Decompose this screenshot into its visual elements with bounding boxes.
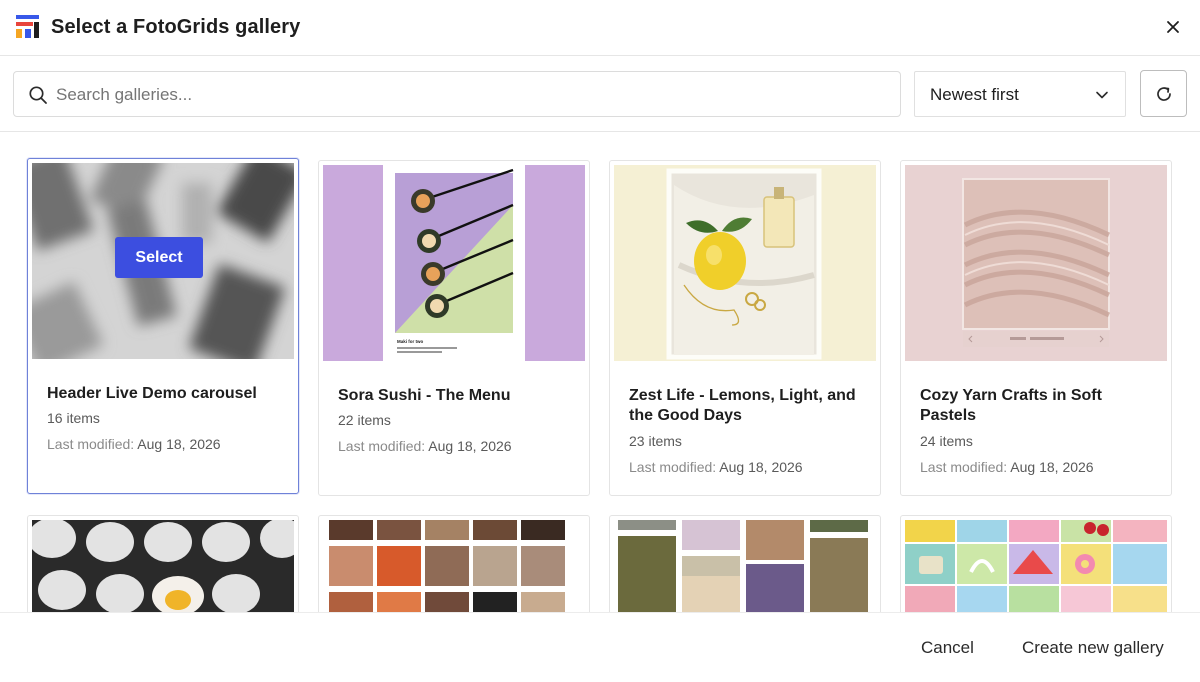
- search-icon: [29, 86, 47, 104]
- gallery-title: Zest Life - Lemons, Light, and the Good …: [629, 387, 856, 424]
- gallery-title: Header Live Demo carousel: [47, 385, 257, 402]
- gallery-card[interactable]: Select Header Live Demo carousel 16 item…: [27, 158, 299, 494]
- gallery-last-modified: Last modified: Aug 18, 2026: [338, 438, 512, 454]
- cancel-button[interactable]: Cancel: [921, 638, 974, 658]
- search-input[interactable]: [56, 80, 886, 110]
- gallery-thumbnail: [905, 165, 1167, 361]
- gallery-card[interactable]: [318, 515, 590, 612]
- gallery-thumbnail: Maki for two: [323, 165, 585, 361]
- gallery-item-count: 23 items: [629, 433, 682, 449]
- sort-select[interactable]: Newest first: [914, 71, 1126, 117]
- gallery-title: Cozy Yarn Crafts in Soft Pastels: [920, 387, 1102, 424]
- gallery-card[interactable]: [900, 515, 1172, 612]
- gallery-card[interactable]: [27, 515, 299, 612]
- close-icon[interactable]: [1162, 16, 1184, 38]
- gallery-card[interactable]: Zest Life - Lemons, Light, and the Good …: [609, 160, 881, 496]
- gallery-last-modified: Last modified: Aug 18, 2026: [920, 459, 1094, 475]
- thumbnail-caption: Maki for two: [397, 339, 424, 344]
- dialog-title: Select a FotoGrids gallery: [51, 16, 301, 38]
- gallery-card[interactable]: Maki for two Sora Sushi - The Menu 22 it…: [318, 160, 590, 496]
- gallery-grid: Select Header Live Demo carousel 16 item…: [0, 133, 1200, 612]
- select-button[interactable]: Select: [115, 237, 203, 278]
- gallery-thumbnail: [32, 520, 294, 612]
- fotogrids-logo-icon: [16, 15, 39, 38]
- gallery-item-count: 16 items: [47, 410, 100, 426]
- gallery-thumbnail: [614, 165, 876, 361]
- gallery-item-count: 24 items: [920, 433, 973, 449]
- dialog-footer: Cancel Create new gallery: [0, 612, 1200, 682]
- gallery-title: Sora Sushi - The Menu: [338, 387, 511, 404]
- gallery-last-modified: Last modified: Aug 18, 2026: [47, 436, 221, 452]
- toolbar: Newest first: [0, 56, 1200, 132]
- gallery-item-count: 22 items: [338, 412, 391, 428]
- gallery-card[interactable]: Cozy Yarn Crafts in Soft Pastels 24 item…: [900, 160, 1172, 496]
- chevron-down-icon: [1096, 91, 1108, 99]
- gallery-last-modified: Last modified: Aug 18, 2026: [629, 459, 803, 475]
- search-box[interactable]: [13, 71, 901, 117]
- dialog-header: Select a FotoGrids gallery: [0, 0, 1200, 56]
- refresh-button[interactable]: [1140, 70, 1187, 117]
- sort-selected-value: Newest first: [930, 85, 1019, 104]
- gallery-card[interactable]: [609, 515, 881, 612]
- gallery-thumbnail: [323, 520, 585, 612]
- refresh-icon: [1157, 87, 1171, 101]
- gallery-thumbnail: [905, 520, 1167, 612]
- gallery-thumbnail: [614, 520, 876, 612]
- create-new-gallery-button[interactable]: Create new gallery: [1022, 638, 1164, 658]
